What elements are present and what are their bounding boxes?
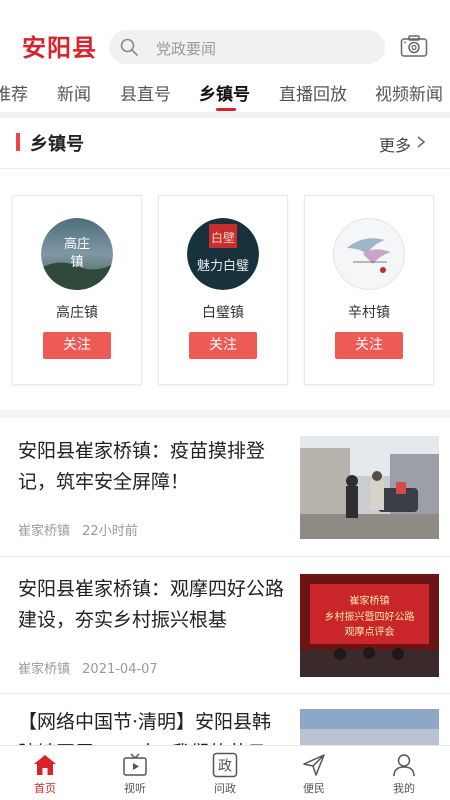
nav-watch[interactable]: 视听 [105, 750, 165, 800]
tv-icon [123, 753, 147, 776]
section-accent-bar [16, 133, 20, 151]
news-meta: 崔家桥镇 2021-04-07 [18, 658, 166, 677]
nav-label: 便民 [303, 782, 325, 795]
news-item[interactable]: 安阳县崔家桥镇：观摩四好公路建设，夯实乡村振兴根基 崔家桥镇 2021-04-0… [0, 556, 450, 693]
svg-text:白壁: 白壁 [211, 230, 235, 245]
thumbnail-caption: 崔家桥镇 [350, 594, 390, 607]
news-thumbnail: 崔家桥镇 乡村振兴暨四好公路 观摩点评会 [300, 574, 439, 677]
township-accounts: 高庄 镇 高庄镇 关注 白壁 魅力白璧 白璧镇 关注 辛村镇 关注 [0, 195, 450, 385]
tab-live-replay[interactable]: 直播回放 [279, 80, 347, 105]
news-title: 安阳县崔家桥镇：疫苗摸排登记，筑牢安全屏障！ [18, 440, 266, 493]
account-avatar [333, 218, 405, 290]
nav-home[interactable]: 首页 [15, 750, 75, 800]
top-header: 安阳县 党政要闻 [0, 0, 450, 70]
tab-recommend[interactable]: 推荐 [0, 80, 28, 105]
news-time: 2021-04-07 [82, 662, 158, 677]
home-icon [34, 755, 56, 775]
account-name: 辛村镇 [348, 305, 390, 321]
more-link[interactable]: 更多 [379, 132, 411, 156]
nav-label: 我的 [393, 782, 415, 795]
account-name: 高庄镇 [56, 305, 98, 321]
section-title: 乡镇号 [30, 134, 84, 155]
divider [0, 410, 450, 418]
send-icon [303, 754, 325, 776]
nav-label: 视听 [124, 782, 146, 795]
news-source: 崔家桥镇 [18, 662, 71, 677]
tab-county[interactable]: 县直号 [120, 80, 171, 105]
user-icon [393, 754, 415, 777]
nav-wenzheng[interactable]: 政 问政 [195, 750, 255, 800]
thumbnail-caption: 乡村振兴暨四好公路 [325, 610, 415, 623]
search-placeholder: 党政要闻 [156, 40, 217, 58]
news-title: 安阳县崔家桥镇：观摩四好公路建设，夯实乡村振兴根基 [18, 578, 285, 631]
svg-text:高庄: 高庄 [64, 236, 90, 252]
svg-text:魅力白璧: 魅力白璧 [197, 258, 249, 274]
news-source: 崔家桥镇 [18, 524, 71, 539]
thumbnail-caption: 观摩点评会 [345, 625, 395, 638]
section-header: 乡镇号 更多 [0, 118, 450, 168]
wenzheng-icon: 政 [212, 752, 238, 778]
search-bar[interactable]: 党政要闻 [109, 30, 385, 64]
account-avatar: 白壁 魅力白璧 [187, 218, 259, 290]
nav-mine[interactable]: 我的 [374, 750, 434, 800]
news-meta: 崔家桥镇 22小时前 [18, 520, 146, 539]
news-thumbnail [300, 436, 439, 539]
divider [0, 168, 450, 169]
account-avatar: 高庄 镇 [41, 218, 113, 290]
nav-label: 问政 [214, 782, 236, 795]
account-card[interactable]: 高庄 镇 高庄镇 关注 [12, 195, 142, 385]
active-tab-indicator [216, 108, 236, 111]
svg-text:镇: 镇 [70, 255, 83, 270]
follow-button[interactable]: 关注 [189, 332, 257, 359]
nav-label: 首页 [34, 782, 56, 795]
tab-township[interactable]: 乡镇号 [199, 80, 250, 105]
app-logo: 安阳县 [22, 33, 97, 62]
follow-button[interactable]: 关注 [43, 332, 111, 359]
account-card[interactable]: 辛村镇 关注 [304, 195, 434, 385]
tab-video-news[interactable]: 视频新闻 [375, 80, 443, 105]
news-item[interactable]: 安阳县崔家桥镇：疫苗摸排登记，筑牢安全屏障！ 崔家桥镇 22小时前 [0, 418, 450, 555]
nav-services[interactable]: 便民 [284, 750, 344, 800]
camera-icon[interactable] [400, 34, 428, 58]
bottom-nav: 首页 视听 政 问政 便民 我的 [0, 745, 450, 800]
follow-button[interactable]: 关注 [335, 332, 403, 359]
chevron-right-icon[interactable] [415, 135, 427, 149]
search-icon [120, 38, 138, 56]
account-card[interactable]: 白壁 魅力白璧 白璧镇 关注 [158, 195, 288, 385]
news-time: 22小时前 [82, 524, 138, 539]
account-name: 白璧镇 [202, 305, 244, 321]
channel-tabs: 推荐 新闻 县直号 乡镇号 直播回放 视频新闻 [0, 70, 450, 112]
svg-text:政: 政 [218, 759, 232, 775]
tab-news[interactable]: 新闻 [57, 80, 91, 105]
